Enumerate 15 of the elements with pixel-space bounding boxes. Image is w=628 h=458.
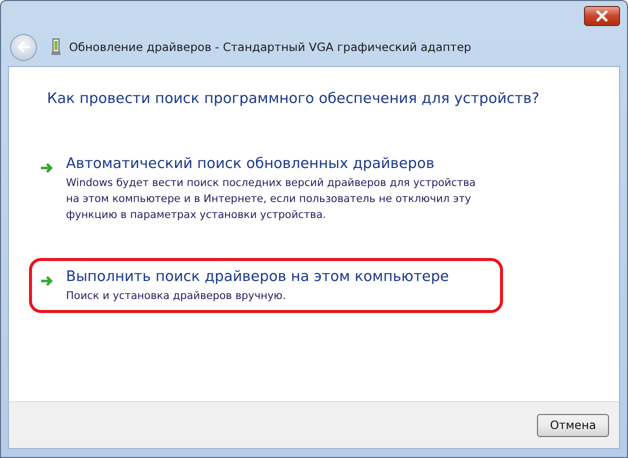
arrow-icon — [40, 162, 54, 174]
option-description: Windows будет вести поиск последних версий драйверов для устройства на этом компьютере и в Интернете, если пользователь не отключил эту функцию в параметрах установки устройства. — [66, 176, 477, 223]
cancel-button[interactable]: Отмена — [537, 414, 609, 436]
window-title: Обновление драйверов - Стандартный VGA графический адаптер — [69, 40, 472, 54]
option-title[interactable]: Автоматический поиск обновленных драйверов — [66, 156, 482, 172]
device-icon — [51, 38, 61, 56]
page-heading: Как провести поиск программного обеспечения для устройств? — [47, 91, 540, 107]
back-button[interactable] — [10, 34, 37, 60]
back-arrow-icon — [16, 41, 30, 53]
close-icon — [595, 10, 609, 22]
option-title[interactable]: Выполнить поиск драйверов на этом компьютере — [66, 269, 449, 285]
close-button[interactable] — [584, 6, 620, 26]
arrow-icon — [40, 275, 54, 287]
highlighted-option[interactable]: Выполнить поиск драйверов на этом компьютере Поиск и установка драйверов вручную. — [29, 258, 503, 313]
option-description: Поиск и установка драйверов вручную. — [66, 289, 287, 304]
